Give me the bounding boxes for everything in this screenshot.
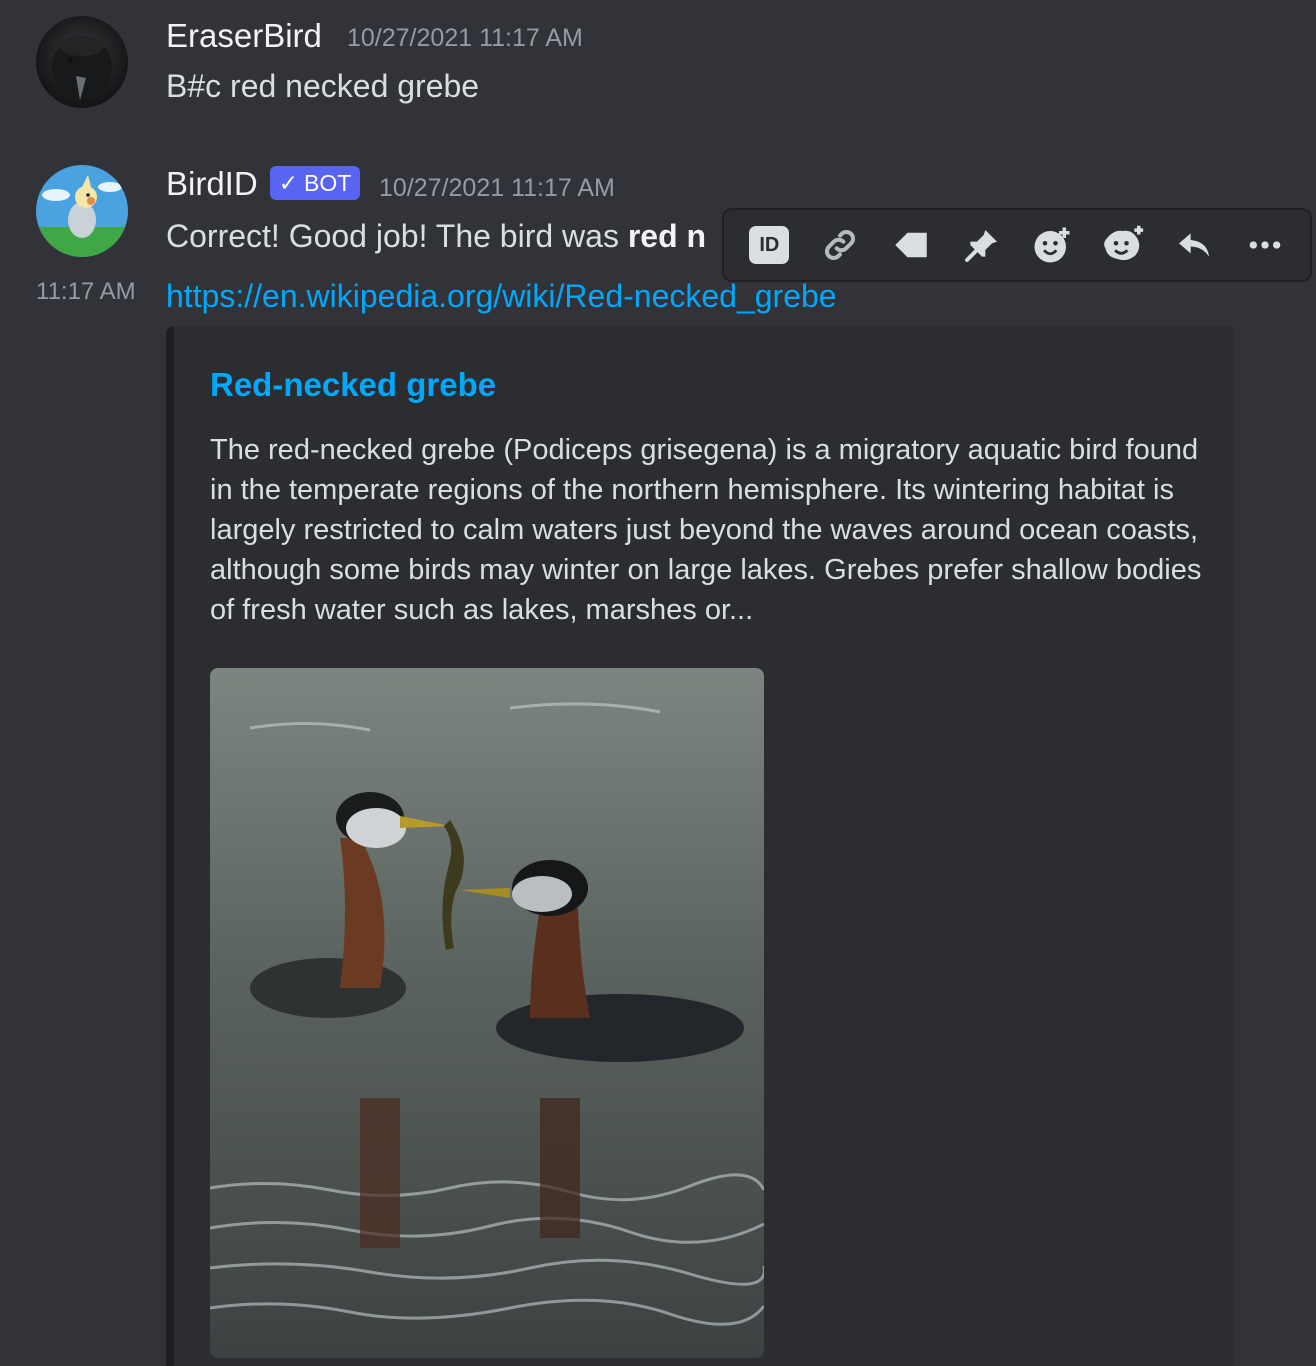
- embed-description: The red-necked grebe (Podiceps grisegena…: [210, 434, 1202, 626]
- content-bold: red n: [627, 218, 707, 254]
- more-icon[interactable]: [1239, 219, 1291, 271]
- message-timestamp: 10/27/2021 11:17 AM: [347, 24, 583, 52]
- message-content: Correct! Good job! The bird was red n: [166, 216, 706, 256]
- avatar[interactable]: [36, 165, 128, 257]
- wikipedia-link[interactable]: https://en.wikipedia.org/wiki/Red-necked…: [166, 276, 837, 316]
- username[interactable]: EraserBird: [166, 16, 322, 56]
- avatar[interactable]: [36, 16, 128, 108]
- message-actions-toolbar: ID: [722, 208, 1312, 282]
- id-app-icon[interactable]: ID: [743, 219, 795, 271]
- reply-icon[interactable]: [1168, 219, 1220, 271]
- content-text: Correct! Good job! The bird was: [166, 218, 628, 254]
- embed-image[interactable]: [210, 668, 764, 1358]
- link-embed: Red-necked grebe The red-necked grebe (P…: [166, 326, 1233, 1366]
- id-app-label: ID: [749, 226, 790, 264]
- username[interactable]: BirdID: [166, 164, 258, 204]
- tag-icon[interactable]: [885, 219, 937, 271]
- embed-title[interactable]: Red-necked grebe: [210, 366, 496, 404]
- link-icon[interactable]: [814, 219, 866, 271]
- hover-timestamp: 11:17 AM: [36, 278, 136, 305]
- add-reaction-icon[interactable]: [1026, 219, 1078, 271]
- super-reaction-icon[interactable]: [1097, 219, 1149, 271]
- bot-badge-label: BOT: [304, 169, 352, 196]
- pin-icon[interactable]: [956, 219, 1008, 271]
- verified-check-icon: ✓: [278, 169, 298, 196]
- message-timestamp: 10/27/2021 11:17 AM: [379, 174, 615, 202]
- message-content: B#c red necked grebe: [166, 68, 480, 104]
- bot-badge: ✓ BOT: [270, 166, 360, 200]
